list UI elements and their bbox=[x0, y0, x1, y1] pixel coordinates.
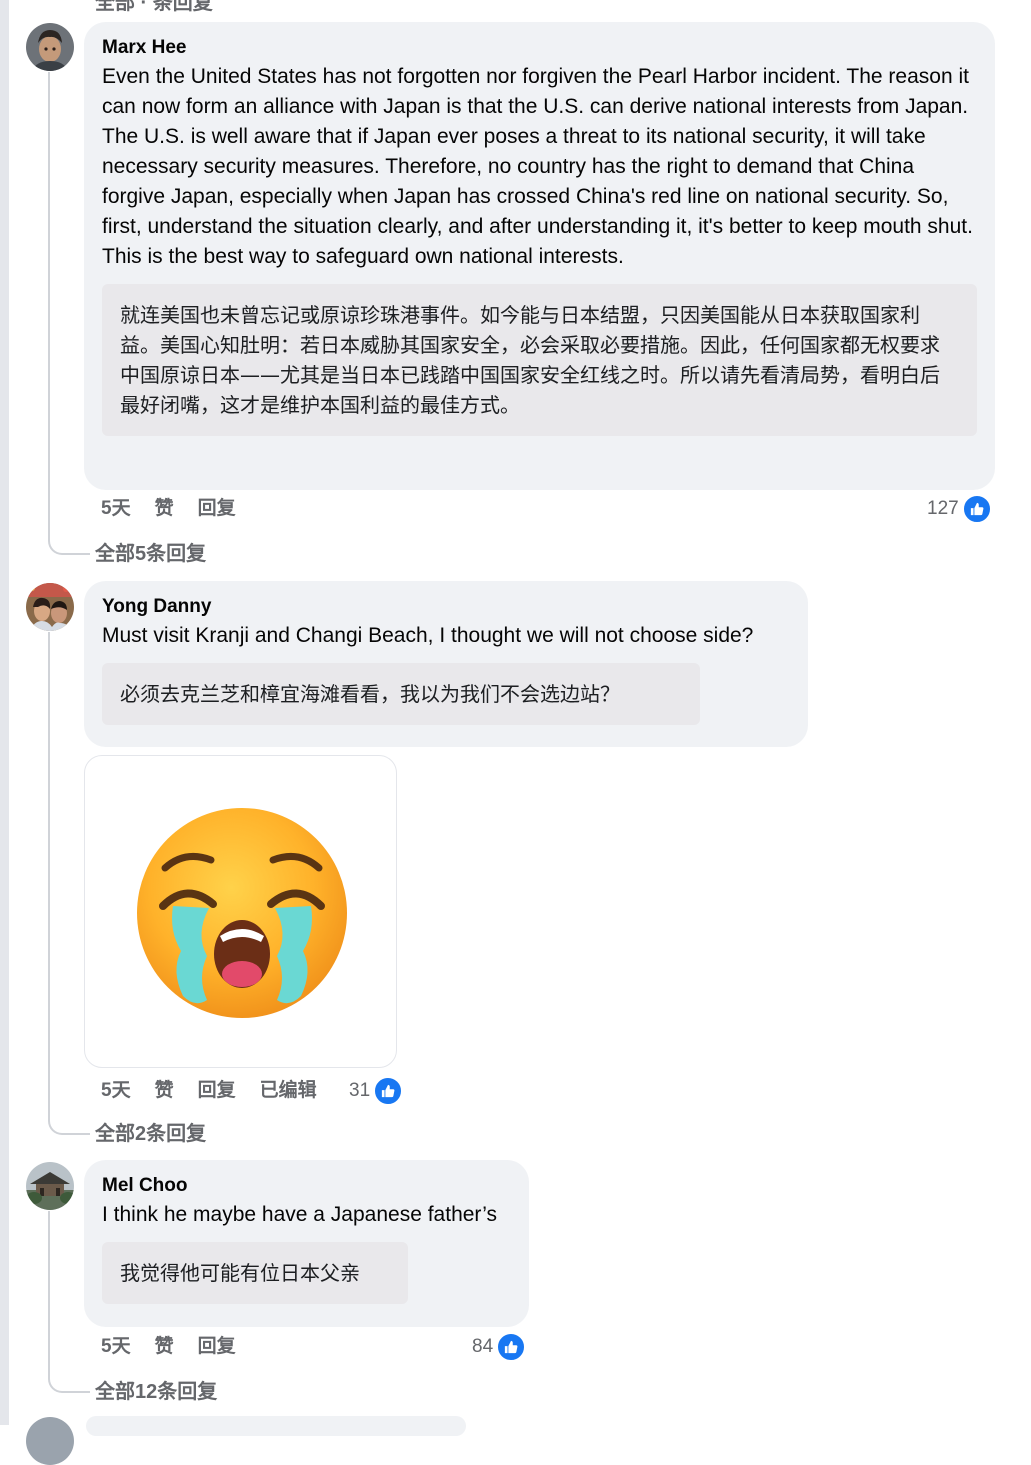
thread-line bbox=[48, 632, 50, 1112]
comment-time[interactable]: 5天 bbox=[101, 1078, 131, 1104]
comment-time[interactable]: 5天 bbox=[101, 1334, 131, 1360]
thumbs-up-icon bbox=[496, 1332, 527, 1362]
thread-line bbox=[48, 1211, 50, 1371]
comment-time[interactable]: 5天 bbox=[101, 496, 131, 522]
avatar-mel-choo[interactable] bbox=[26, 1162, 74, 1210]
sticker-attachment[interactable] bbox=[84, 755, 397, 1068]
comment-bubble: Marx Hee Even the United States has not … bbox=[84, 22, 995, 490]
reply-connector bbox=[48, 1100, 90, 1135]
translation-box: 就连美国也未曾忘记或原谅珍珠港事件。如今能与日本结盟，只因美国能从日本获取国家利… bbox=[102, 284, 977, 436]
avatar-marx-hee[interactable] bbox=[26, 23, 74, 71]
comment-author[interactable]: Mel Choo bbox=[102, 1174, 511, 1198]
comment-actions: 5天 赞 回复 已编辑 bbox=[101, 1078, 341, 1104]
reaction-count[interactable]: 31 bbox=[349, 1076, 404, 1106]
view-all-replies-link[interactable]: 全部2条回复 bbox=[95, 1117, 206, 1146]
next-comment-avatar[interactable] bbox=[26, 1417, 74, 1465]
left-scrollbar-track bbox=[0, 0, 9, 1425]
comment-author[interactable]: Marx Hee bbox=[102, 36, 977, 60]
translation-box: 我觉得他可能有位日本父亲 bbox=[102, 1242, 408, 1304]
comment-bubble: Mel Choo I think he maybe have a Japanes… bbox=[84, 1160, 529, 1327]
view-all-replies-link[interactable]: 全部12条回复 bbox=[95, 1375, 217, 1404]
comment-actions: 5天 赞 回复 bbox=[101, 1334, 260, 1360]
like-count: 31 bbox=[349, 1080, 371, 1101]
reaction-count[interactable]: 127 bbox=[927, 494, 992, 524]
translation-box: 必须去克兰芝和樟宜海滩看看，我以为我们不会选边站？ bbox=[102, 663, 700, 725]
reply-connector bbox=[48, 520, 90, 555]
avatar-yong-danny[interactable] bbox=[26, 583, 74, 631]
comment-text: Must visit Kranji and Changi Beach, I th… bbox=[102, 624, 754, 647]
like-count: 84 bbox=[472, 1336, 494, 1357]
like-button[interactable]: 赞 bbox=[155, 1078, 174, 1104]
like-button[interactable]: 赞 bbox=[155, 496, 174, 522]
reaction-count[interactable]: 84 bbox=[472, 1332, 527, 1362]
like-count: 127 bbox=[927, 498, 959, 519]
reply-connector bbox=[48, 1358, 90, 1393]
comment-actions: 5天 赞 回复 bbox=[101, 496, 260, 522]
comment-bubble: Yong Danny Must visit Kranji and Changi … bbox=[84, 581, 808, 747]
reply-button[interactable]: 回复 bbox=[198, 496, 236, 522]
comment-text: Even the United States has not forgotten… bbox=[102, 65, 973, 268]
edited-label[interactable]: 已编辑 bbox=[260, 1078, 317, 1104]
reply-button[interactable]: 回复 bbox=[198, 1334, 236, 1360]
comment-text: I think he maybe have a Japanese father’… bbox=[102, 1203, 497, 1226]
thumbs-up-icon bbox=[373, 1076, 404, 1106]
thumbs-up-icon bbox=[961, 494, 992, 524]
comment-author[interactable]: Yong Danny bbox=[102, 595, 790, 619]
next-comment-bubble bbox=[86, 1416, 466, 1436]
reply-button[interactable]: 回复 bbox=[198, 1078, 236, 1104]
previous-view-replies-link[interactable]: 全部 · 条回复 bbox=[95, 0, 213, 15]
thread-line bbox=[48, 72, 50, 532]
like-button[interactable]: 赞 bbox=[155, 1334, 174, 1360]
view-all-replies-link[interactable]: 全部5条回复 bbox=[95, 537, 206, 566]
loudly-crying-face-icon bbox=[137, 808, 347, 1018]
